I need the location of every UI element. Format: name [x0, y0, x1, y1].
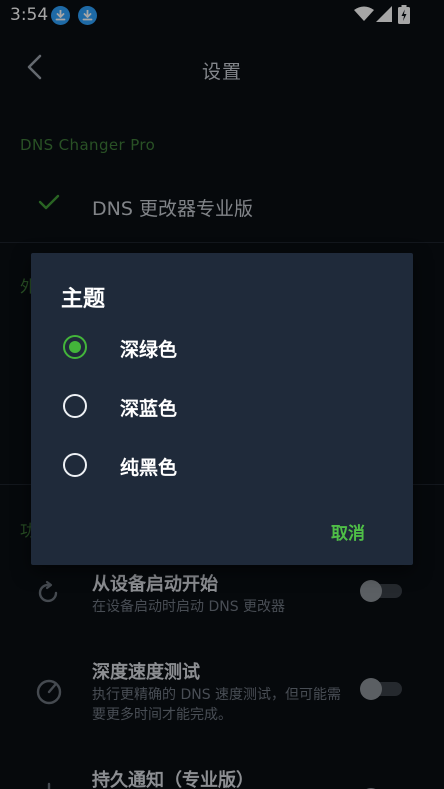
theme-option-label: 深绿色 [120, 339, 178, 361]
radio-button[interactable] [63, 394, 87, 418]
theme-option-pure-black[interactable]: 纯黑色 [31, 439, 413, 495]
theme-dialog: 主题 深绿色 深蓝色 纯黑色 取消 [31, 253, 413, 565]
radio-button[interactable] [63, 335, 87, 359]
theme-option-dark-green[interactable]: 深绿色 [31, 321, 413, 377]
theme-option-dark-blue[interactable]: 深蓝色 [31, 380, 413, 436]
dialog-title: 主题 [61, 287, 106, 312]
radio-button[interactable] [63, 453, 87, 477]
theme-option-label: 深蓝色 [120, 398, 178, 420]
cancel-button[interactable]: 取消 [331, 519, 365, 544]
theme-option-label: 纯黑色 [120, 457, 178, 479]
